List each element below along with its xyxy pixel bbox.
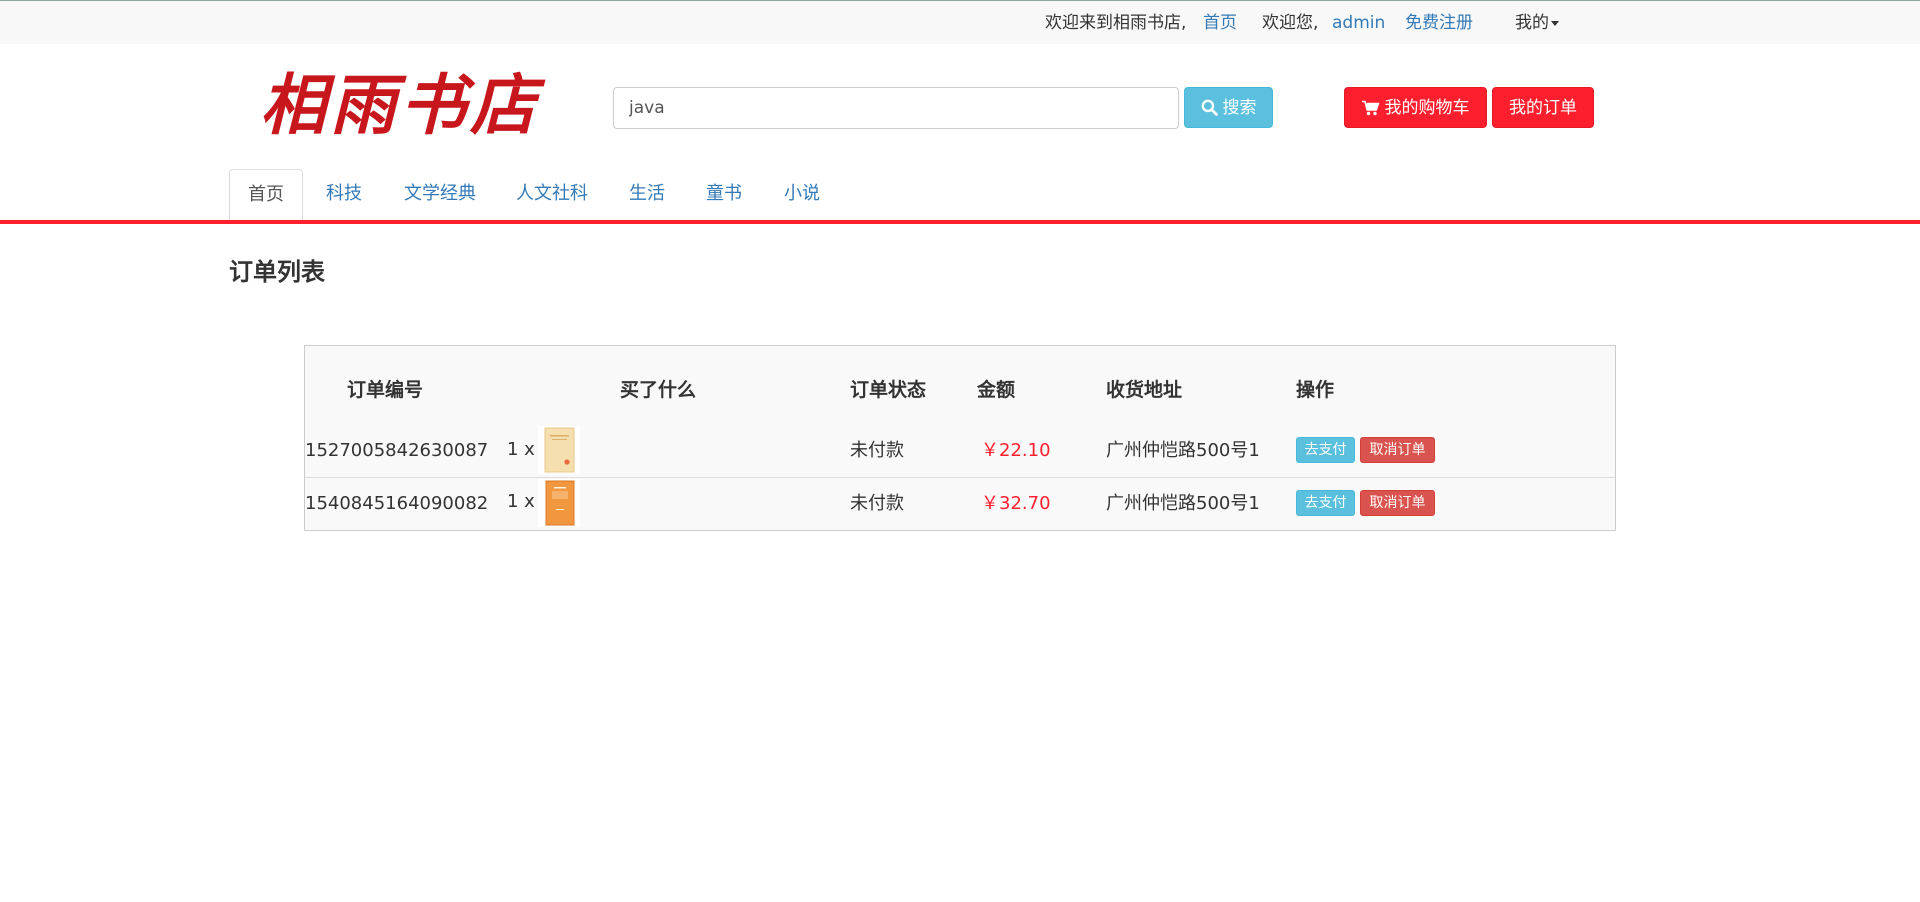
- book-thumbnail[interactable]: [538, 479, 580, 527]
- shipping-address: 广州仲恺路500号1: [1106, 493, 1260, 514]
- order-status: 未付款: [850, 440, 904, 461]
- item-quantity: 1 x: [507, 439, 535, 460]
- shopping-cart-icon: [1361, 100, 1379, 115]
- my-orders-button[interactable]: 我的订单: [1492, 87, 1594, 128]
- cancel-order-button[interactable]: 取消订单: [1360, 490, 1435, 516]
- row-divider: [305, 477, 1615, 478]
- cancel-order-button[interactable]: 取消订单: [1360, 437, 1435, 463]
- tab-literature-classics[interactable]: 文学经典: [404, 169, 476, 221]
- my-menu-label: 我的: [1515, 13, 1549, 33]
- search-button[interactable]: 搜索: [1184, 87, 1273, 128]
- header-status: 订单状态: [850, 379, 927, 401]
- book-thumbnail[interactable]: [538, 426, 580, 474]
- search-button-label: 搜索: [1222, 97, 1257, 118]
- tab-humanities-social[interactable]: 人文社科: [516, 169, 588, 221]
- order-id: 1540845164090082: [305, 493, 489, 514]
- nav-divider: [0, 220, 1920, 224]
- item-quantity: 1 x: [507, 491, 535, 512]
- tab-children-books[interactable]: 童书: [706, 169, 742, 221]
- header-actions: 操作: [1296, 379, 1335, 401]
- book-cover-icon: [545, 480, 575, 526]
- header-address: 收货地址: [1106, 379, 1183, 401]
- pay-button[interactable]: 去支付: [1296, 437, 1355, 463]
- home-link[interactable]: 首页: [1203, 12, 1237, 34]
- page-title: 订单列表: [229, 258, 325, 286]
- my-cart-label: 我的购物车: [1384, 97, 1470, 118]
- tab-novel[interactable]: 小说: [784, 169, 820, 221]
- header-items: 买了什么: [620, 379, 697, 401]
- username-link[interactable]: admin: [1332, 12, 1385, 34]
- tab-life[interactable]: 生活: [629, 169, 665, 221]
- my-orders-label: 我的订单: [1509, 97, 1577, 118]
- search-input[interactable]: [613, 87, 1179, 129]
- top-bar: 欢迎来到相雨书店, 首页 欢迎您, admin 免费注册 我的: [0, 0, 1920, 44]
- tab-technology[interactable]: 科技: [326, 169, 362, 221]
- store-logo[interactable]: 相雨书店: [250, 65, 550, 150]
- pay-button[interactable]: 去支付: [1296, 490, 1355, 516]
- header-amount: 金额: [977, 379, 1016, 401]
- my-cart-button[interactable]: 我的购物车: [1344, 87, 1487, 128]
- welcome-user-text: 欢迎您,: [1262, 13, 1319, 33]
- store-logo-text: 相雨书店: [260, 66, 546, 144]
- tab-home[interactable]: 首页: [229, 169, 303, 221]
- orders-table: 订单编号 买了什么 订单状态 金额 收货地址 操作 15270058426300…: [304, 345, 1616, 531]
- register-link[interactable]: 免费注册: [1405, 12, 1473, 34]
- shipping-address: 广州仲恺路500号1: [1106, 440, 1260, 461]
- header-order-id: 订单编号: [347, 379, 424, 401]
- caret-down-icon: [1551, 20, 1559, 26]
- order-amount: ￥22.10: [981, 440, 1051, 461]
- order-amount: ￥32.70: [981, 493, 1051, 514]
- my-menu-dropdown[interactable]: 我的: [1515, 12, 1559, 34]
- order-id: 1527005842630087: [305, 440, 489, 461]
- book-cover-icon: [544, 427, 575, 473]
- welcome-store-text: 欢迎来到相雨书店,: [1045, 13, 1187, 33]
- search-icon: [1201, 99, 1218, 116]
- order-status: 未付款: [850, 493, 904, 514]
